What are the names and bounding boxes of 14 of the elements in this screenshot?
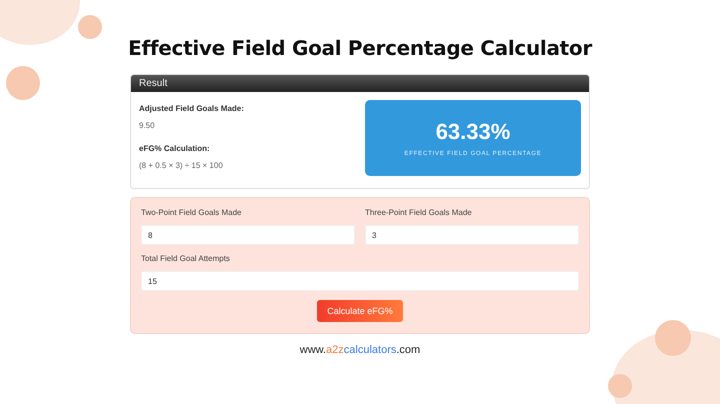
page-title: Effective Field Goal Percentage Calculator (128, 36, 592, 60)
input-field[interactable]: 15 (141, 271, 579, 291)
result-value: 63.33% (436, 119, 510, 145)
field-label: Total Field Goal Attempts (141, 254, 231, 263)
detail-label: eFG% Calculation: (139, 144, 211, 153)
detail-label: Adjusted Field Goals Made: (139, 104, 245, 113)
website-url[interactable]: www.a2zcalculators.com (300, 344, 420, 356)
result-header: Result (131, 75, 589, 92)
input-field[interactable]: 3 (365, 225, 579, 245)
field-label: Two-Point Field Goals Made (141, 208, 242, 217)
detail-value: (8 + 0.5 × 3) ÷ 15 × 100 (139, 161, 224, 170)
detail-value: 9.50 (139, 121, 156, 130)
field-label: Three-Point Field Goals Made (365, 208, 473, 217)
input-field[interactable]: 8 (141, 225, 355, 245)
